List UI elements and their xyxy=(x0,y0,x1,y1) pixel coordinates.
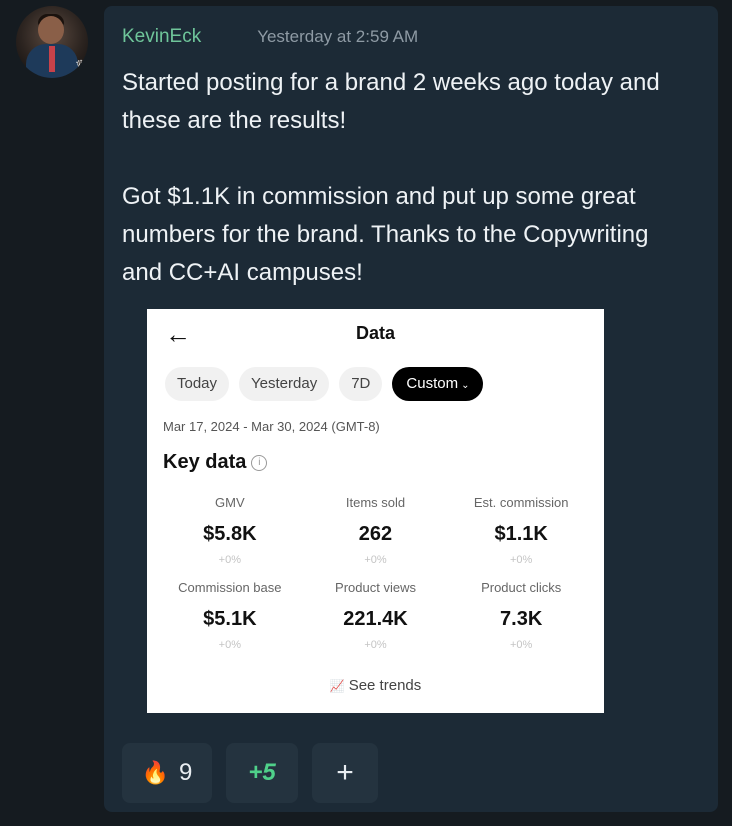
username[interactable]: KevinEck xyxy=(122,26,201,48)
see-trends-link: 📈 See trends xyxy=(147,677,604,694)
metric-delta: +0% xyxy=(510,639,533,651)
user-avatar[interactable]: ♛ xyxy=(16,6,88,78)
avatar-face xyxy=(38,16,64,44)
message-paragraph: Got $1.1K in commission and put up some … xyxy=(122,183,649,286)
key-data-heading: Key data i xyxy=(163,451,268,474)
fire-icon: 🔥 xyxy=(141,760,170,785)
metric-commission-base: Commission base $5.1K +0% xyxy=(157,580,303,651)
metric-value: $1.1K xyxy=(494,523,548,545)
avatar-tie xyxy=(49,46,55,72)
metric-value: 262 xyxy=(358,523,393,545)
fire-reaction-button[interactable]: 🔥 9 xyxy=(122,743,212,803)
message-header: KevinEck Yesterday at 2:59 AM xyxy=(122,26,418,48)
chip-7d: 7D xyxy=(339,367,383,401)
boost-reaction-button[interactable]: +5 xyxy=(226,743,298,803)
date-range: Mar 17, 2024 - Mar 30, 2024 (GMT-8) xyxy=(163,419,380,434)
chip-yesterday: Yesterday xyxy=(239,367,330,401)
metric-items-sold: Items sold 262 +0% xyxy=(303,495,449,566)
metric-value: 221.4K xyxy=(343,608,408,630)
add-reaction-button[interactable]: + xyxy=(312,743,378,803)
metric-value: $5.1K xyxy=(203,608,257,630)
reactions-bar: 🔥 9 +5 + xyxy=(122,743,378,803)
metric-delta: +0% xyxy=(364,639,387,651)
back-arrow-icon: ← xyxy=(165,319,191,349)
metric-label: Product clicks xyxy=(481,580,562,595)
metric-delta: +0% xyxy=(364,554,387,566)
fire-reaction-count: 9 xyxy=(179,759,193,786)
trend-chart-icon: 📈 xyxy=(329,679,345,693)
metric-label: GMV xyxy=(215,495,245,510)
metric-gmv: GMV $5.8K +0% xyxy=(157,495,303,566)
metrics-grid: GMV $5.8K +0% Items sold 262 +0% Est. co… xyxy=(157,495,594,651)
info-icon: i xyxy=(251,454,268,471)
attached-image[interactable]: ← Data Today Yesterday 7D Custom ⌄ Mar 17… xyxy=(147,309,604,713)
metric-label: Commission base xyxy=(178,580,282,595)
key-data-title: Key data xyxy=(163,451,247,473)
metric-label: Product views xyxy=(335,580,416,595)
see-trends-label: See trends xyxy=(348,677,422,694)
metric-label: Items sold xyxy=(345,495,406,510)
metric-product-clicks: Product clicks 7.3K +0% xyxy=(448,580,594,651)
metric-value: $5.8K xyxy=(203,523,257,545)
chip-custom-label: Custom xyxy=(406,375,459,392)
metric-delta: +0% xyxy=(218,639,241,651)
metric-value: 7.3K xyxy=(500,608,543,630)
chip-custom: Custom ⌄ xyxy=(392,367,484,401)
metric-product-views: Product views 221.4K +0% xyxy=(303,580,449,651)
metric-delta: +0% xyxy=(510,554,533,566)
metric-est-commission: Est. commission $1.1K +0% xyxy=(448,495,594,566)
timestamp: Yesterday at 2:59 AM xyxy=(257,27,419,46)
message-body: Started posting for a brand 2 weeks ago … xyxy=(122,64,692,292)
date-filter-chips: Today Yesterday 7D Custom ⌄ xyxy=(165,367,484,401)
chevron-down-icon: ⌄ xyxy=(461,380,470,391)
metric-label: Est. commission xyxy=(473,495,569,510)
trophy-icon: ♛ xyxy=(74,57,88,73)
screen-title: Data xyxy=(355,323,395,343)
message-paragraph: Started posting for a brand 2 weeks ago … xyxy=(122,69,660,134)
chip-today: Today xyxy=(165,367,230,401)
metric-delta: +0% xyxy=(218,554,241,566)
